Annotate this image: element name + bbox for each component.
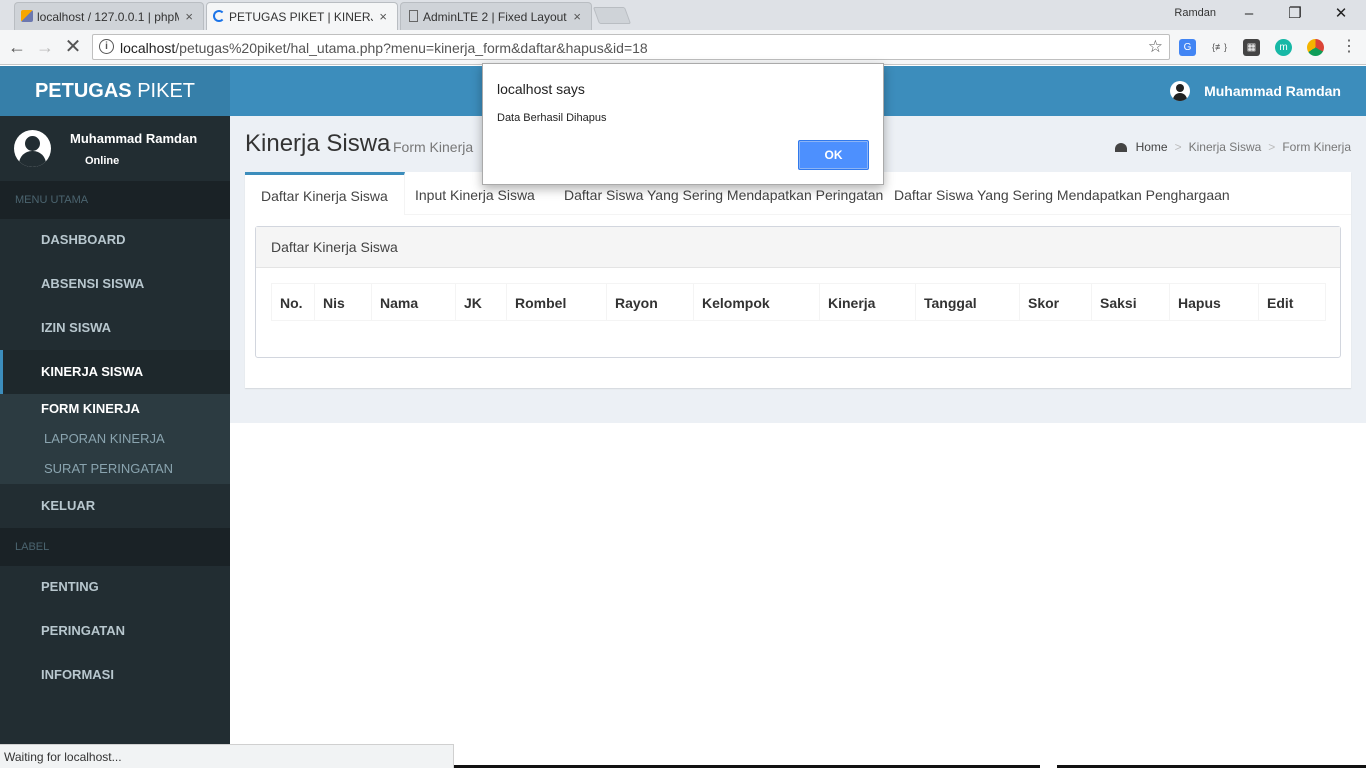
column-header[interactable]: Nis (315, 284, 372, 320)
sidebar-item-penting[interactable]: PENTING (0, 565, 230, 609)
column-header[interactable]: Kelompok (694, 284, 820, 320)
column-header[interactable]: Tanggal (916, 284, 1020, 320)
column-header[interactable]: Saksi (1092, 284, 1170, 320)
tab-daftar-kinerja-siswa[interactable]: Daftar Kinerja Siswa (245, 172, 405, 215)
breadcrumb-form-kinerja: Form Kinerja (1282, 140, 1351, 154)
app-logo[interactable]: PETUGAS PIKET (0, 66, 230, 116)
column-header[interactable]: Nama (372, 284, 456, 320)
chrome-extension-icon[interactable] (1307, 39, 1324, 56)
sidebar-item-absensi-siswa[interactable]: ABSENSI SISWA (0, 262, 230, 306)
browser-tabstrip: localhost / 127.0.0.1 | phpMyAdmin × PET… (0, 0, 1366, 30)
restore-icon[interactable]: ❐ (1272, 3, 1318, 27)
column-header[interactable]: No. (272, 284, 315, 320)
browser-tab-phpmyadmin[interactable]: localhost / 127.0.0.1 | phpMyAdmin × (14, 2, 204, 30)
sidebar-item-izin-siswa[interactable]: IZIN SISWA (0, 306, 230, 350)
box-title: Daftar Kinerja Siswa (256, 227, 1340, 268)
submenu-item-form-kinerja[interactable]: FORM KINERJA (0, 394, 230, 424)
close-window-icon[interactable]: ✕ (1318, 3, 1364, 27)
alert-dialog: localhost says Data Berhasil Dihapus OK (482, 63, 884, 185)
submenu-item-laporan-kinerja[interactable]: LAPORAN KINERJA (0, 424, 230, 454)
menu-header-main: MENU UTAMA (0, 181, 230, 219)
forward-arrow-icon[interactable]: → (34, 36, 56, 58)
column-header[interactable]: Rombel (507, 284, 607, 320)
page-title: Kinerja Siswa (245, 130, 391, 157)
user-avatar-icon (1170, 81, 1191, 101)
breadcrumb-home[interactable]: Home (1136, 140, 1168, 154)
dialog-title: localhost says (497, 81, 585, 97)
google-translate-icon[interactable]: G (1179, 39, 1196, 56)
sidebar-user-panel: Muhammad Ramdan Online (0, 116, 230, 180)
ok-button[interactable]: OK (798, 140, 869, 170)
column-header[interactable]: Edit (1259, 284, 1325, 320)
minimize-icon[interactable]: – (1226, 3, 1272, 27)
sidebar-item-informasi[interactable]: INFORMASI (0, 653, 230, 697)
stop-loading-icon[interactable]: ✕ (62, 36, 84, 58)
extension-m-icon[interactable]: m (1275, 39, 1292, 56)
breadcrumb: Home > Kinerja Siswa > Form Kinerja (1114, 140, 1351, 154)
nav-tabs-custom: Daftar Kinerja Siswa Input Kinerja Siswa… (245, 172, 1351, 388)
sidebar-item-kinerja-siswa[interactable]: KINERJA SISWA (0, 350, 230, 394)
column-header[interactable]: Skor (1020, 284, 1092, 320)
phpmyadmin-icon (21, 10, 33, 22)
sidebar-item-peringatan[interactable]: PERINGATAN (0, 609, 230, 653)
header-user-name: Muhammad Ramdan (1204, 83, 1341, 99)
tab-title: localhost / 127.0.0.1 | phpMyAdmin (37, 9, 180, 24)
dialog-message: Data Berhasil Dihapus (497, 112, 607, 124)
daftar-kinerja-box: Daftar Kinerja Siswa No. Nis Nama JK Rom… (255, 226, 1341, 358)
site-info-icon[interactable]: i (99, 39, 114, 54)
tab-title: PETUGAS PIKET | KINERJA (229, 9, 374, 24)
close-icon[interactable]: × (379, 9, 387, 24)
column-header[interactable]: JK (456, 284, 507, 320)
close-icon[interactable]: × (185, 9, 193, 24)
column-header[interactable]: Kinerja (820, 284, 916, 320)
document-icon (409, 10, 418, 22)
breadcrumb-kinerja-siswa[interactable]: Kinerja Siswa (1189, 140, 1262, 154)
bookmark-star-icon[interactable]: ☆ (1148, 37, 1163, 57)
column-header[interactable]: Rayon (607, 284, 694, 320)
new-tab-button[interactable] (592, 7, 632, 24)
qr-code-icon[interactable]: ▦ (1243, 39, 1260, 56)
loading-spinner-icon (213, 10, 225, 22)
header-user-menu[interactable]: Muhammad Ramdan (1170, 81, 1341, 101)
window-profile-name[interactable]: Ramdan (1174, 7, 1216, 19)
breadcrumb-separator: > (1174, 140, 1182, 154)
kinerja-table: No. Nis Nama JK Rombel Rayon Kelompok Ki… (271, 283, 1326, 321)
browser-tab-adminlte[interactable]: AdminLTE 2 | Fixed Layout × (400, 2, 592, 30)
menu-header-label: LABEL (0, 528, 230, 566)
json-viewer-icon[interactable]: {≢} (1211, 39, 1228, 56)
close-icon[interactable]: × (573, 9, 581, 24)
sidebar-user-status: Online (85, 155, 120, 167)
breadcrumb-separator: > (1268, 140, 1276, 154)
kinerja-submenu: FORM KINERJA LAPORAN KINERJA SURAT PERIN… (0, 394, 230, 484)
browser-tab-petugas-piket[interactable]: PETUGAS PIKET | KINERJA × (206, 2, 398, 30)
back-arrow-icon[interactable]: ← (6, 36, 28, 58)
menu-kebab-icon[interactable]: ⋮ (1338, 36, 1360, 58)
tab-daftar-siswa-penghargaan[interactable]: Daftar Siswa Yang Sering Mendapatkan Pen… (878, 172, 1246, 215)
browser-toolbar: ← → ✕ i localhost/petugas%20piket/hal_ut… (0, 30, 1366, 65)
sidebar: Muhammad Ramdan Online MENU UTAMA DASHBO… (0, 116, 230, 744)
page-subtitle: Form Kinerja (393, 139, 474, 155)
tab-title: AdminLTE 2 | Fixed Layout (423, 9, 567, 24)
browser-status-bar: Waiting for localhost... (0, 744, 454, 768)
sidebar-user-name: Muhammad Ramdan (70, 131, 198, 146)
address-bar[interactable]: i localhost/petugas%20piket/hal_utama.ph… (92, 34, 1170, 60)
submenu-item-surat-peringatan[interactable]: SURAT PERINGATAN (0, 454, 230, 484)
sidebar-item-dashboard[interactable]: DASHBOARD (0, 218, 230, 262)
url-text[interactable]: localhost/petugas%20piket/hal_utama.php?… (120, 40, 648, 56)
sidebar-item-keluar[interactable]: KELUAR (0, 484, 230, 528)
dashboard-icon (1114, 142, 1127, 152)
column-header[interactable]: Hapus (1170, 284, 1259, 320)
user-avatar-icon (14, 130, 51, 167)
